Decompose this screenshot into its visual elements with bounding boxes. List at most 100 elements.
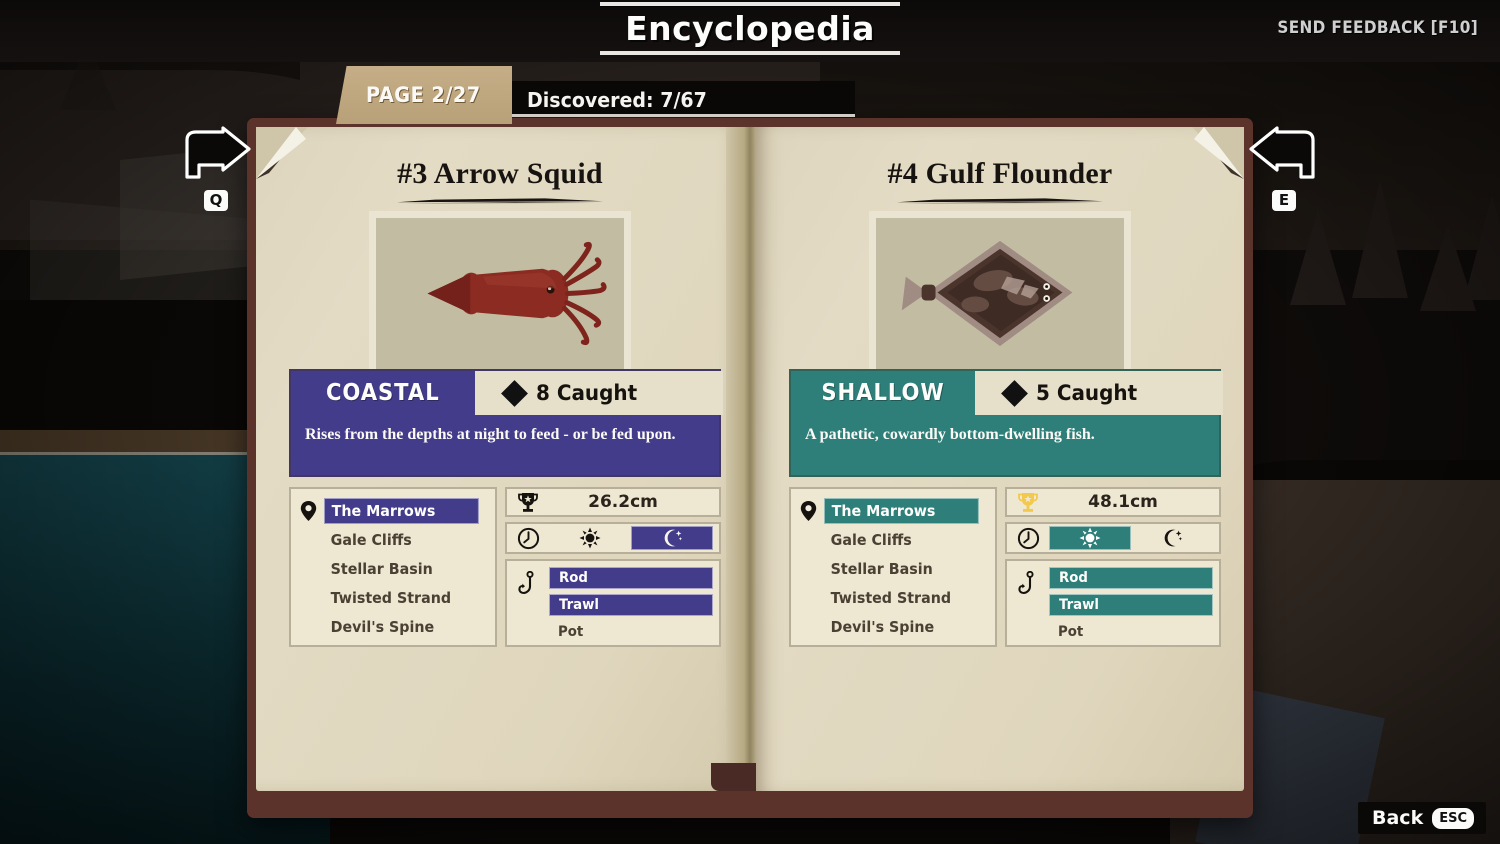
location-row[interactable]: Stellar Basin [799,554,987,583]
fish-description: Rises from the depths at night to feed -… [305,426,676,443]
location-row[interactable]: The Marrows [299,496,487,525]
time-options [1049,526,1219,550]
gear-item-pot[interactable]: Pot [549,621,713,643]
map-pin-icon [800,500,817,521]
fish-image-frame [869,211,1131,376]
gear-item-pot[interactable]: Pot [1049,621,1213,643]
previous-page-control[interactable]: Q [168,126,264,211]
map-pin-icon [300,500,317,521]
back-label: Back [1372,807,1424,829]
caught-counter: 5 Caught [975,371,1223,415]
fish-image-gulf-flounder [876,218,1124,369]
fish-image-frame [369,211,631,376]
location-row[interactable]: Devil's Spine [799,612,987,641]
gear-item-trawl[interactable]: Trawl [1049,594,1213,616]
time-option-day[interactable] [1049,526,1131,550]
moon-icon [664,529,683,547]
next-key-cap[interactable]: E [1272,190,1296,211]
stats-column: 26.2cm Rod Trawl Pot [505,487,721,652]
time-option-night[interactable] [631,526,713,550]
location-row[interactable]: Twisted Strand [799,583,987,612]
arrow-squid-illustration [427,241,607,346]
clock-icon-wrap [1007,527,1049,550]
trophy-icon-gold [1018,492,1038,512]
prev-key-cap[interactable]: Q [203,190,229,211]
location-label: Devil's Spine [830,617,935,636]
gulf-flounder-illustration [901,240,1073,347]
title-rule-top [600,2,900,6]
gear-label: Trawl [1059,597,1100,613]
record-size-value: 26.2cm [588,492,658,512]
fish-title: #3 Arrow Squid [397,157,603,190]
locations-panel: The Marrows Gale Cliffs Stellar Basin Tw… [289,487,497,647]
gear-label: Pot [558,624,584,640]
send-feedback-button[interactable]: SEND FEEDBACK [F10] [1277,18,1478,38]
sun-icon [1079,527,1101,549]
title-rule-bottom [600,51,900,55]
discovered-bar: Discovered: 7/67 [505,81,855,117]
location-row[interactable]: Twisted Strand [299,583,487,612]
record-size-row: 26.2cm [505,487,721,517]
location-row[interactable]: Devil's Spine [299,612,487,641]
location-row[interactable]: Gale Cliffs [799,525,987,554]
habitat-banner: SHALLOW 5 Caught A pathetic, cowardly bo… [789,369,1223,477]
stats-column: 48.1cm Rod Trawl Pot [1005,487,1221,652]
habitat-tag-row: COASTAL 8 Caught [291,371,723,415]
location-label: Stellar Basin [330,559,433,578]
habitat-label: SHALLOW [821,380,945,406]
time-option-night[interactable] [1131,526,1213,550]
location-row[interactable]: The Marrows [799,496,987,525]
hook-icon-wrap [1007,567,1049,597]
trophy-icon-wrap [1007,492,1049,513]
page-right: #4 Gulf Flounder SHALLOW 5 Caught A path… [756,127,1244,791]
record-size-row: 48.1cm [1005,487,1221,517]
habitat-label: COASTAL [326,380,440,406]
gear-row: Rod Trawl Pot [505,559,721,647]
habitat-tag: SHALLOW [791,371,975,415]
diamond-icon [1001,379,1028,407]
caught-label: 8 Caught [536,381,638,405]
time-options [549,526,719,550]
caught-label: 5 Caught [1036,381,1138,405]
page-number-label: PAGE 2/27 [366,83,481,107]
gear-list: Rod Trawl Pot [1049,567,1219,648]
fish-description: A pathetic, cowardly bottom-dwelling fis… [805,426,1095,443]
title-flourish [897,198,1103,204]
habitat-tag-row: SHALLOW 5 Caught [791,371,1223,415]
time-option-day[interactable] [549,526,631,550]
location-label: Gale Cliffs [330,530,412,549]
arrow-right-icon[interactable] [179,126,253,186]
time-of-day-row [505,522,721,554]
next-page-control[interactable]: E [1236,126,1332,211]
sun-icon [579,527,601,549]
gear-item-rod[interactable]: Rod [549,567,713,589]
moon-icon [1164,529,1183,547]
encyclopedia-book: #3 Arrow Squid COASTAL 8 Caught Rises fr… [247,118,1253,818]
back-button[interactable]: Back ESC [1358,802,1486,834]
record-size-value: 48.1cm [1088,492,1158,512]
gear-list: Rod Trawl Pot [549,567,719,648]
page-indicator-tab: PAGE 2/27 [336,66,512,124]
locations-panel: The Marrows Gale Cliffs Stellar Basin Tw… [789,487,997,647]
hook-icon-wrap [507,567,549,597]
gear-label: Pot [1058,624,1084,640]
gear-item-trawl[interactable]: Trawl [549,594,713,616]
gear-label: Trawl [559,597,600,613]
location-row[interactable]: Stellar Basin [299,554,487,583]
clock-icon [517,527,539,549]
gear-item-rod[interactable]: Rod [1049,567,1213,589]
trophy-icon [518,492,538,512]
caught-counter: 8 Caught [475,371,723,415]
encyclopedia-header: Encyclopedia [590,0,910,55]
habitat-banner: COASTAL 8 Caught Rises from the depths a… [289,369,723,477]
clock-icon [1017,527,1039,549]
location-label: Stellar Basin [830,559,933,578]
discovered-count: Discovered: 7/67 [527,88,707,112]
location-row[interactable]: Gale Cliffs [299,525,487,554]
location-label: The Marrows [324,497,479,524]
habitat-tag: COASTAL [291,371,475,415]
esc-key-cap[interactable]: ESC [1432,807,1474,829]
arrow-left-icon[interactable] [1247,126,1321,186]
book-inner-cover: #3 Arrow Squid COASTAL 8 Caught Rises fr… [256,127,1244,791]
trophy-icon-wrap [507,492,549,513]
